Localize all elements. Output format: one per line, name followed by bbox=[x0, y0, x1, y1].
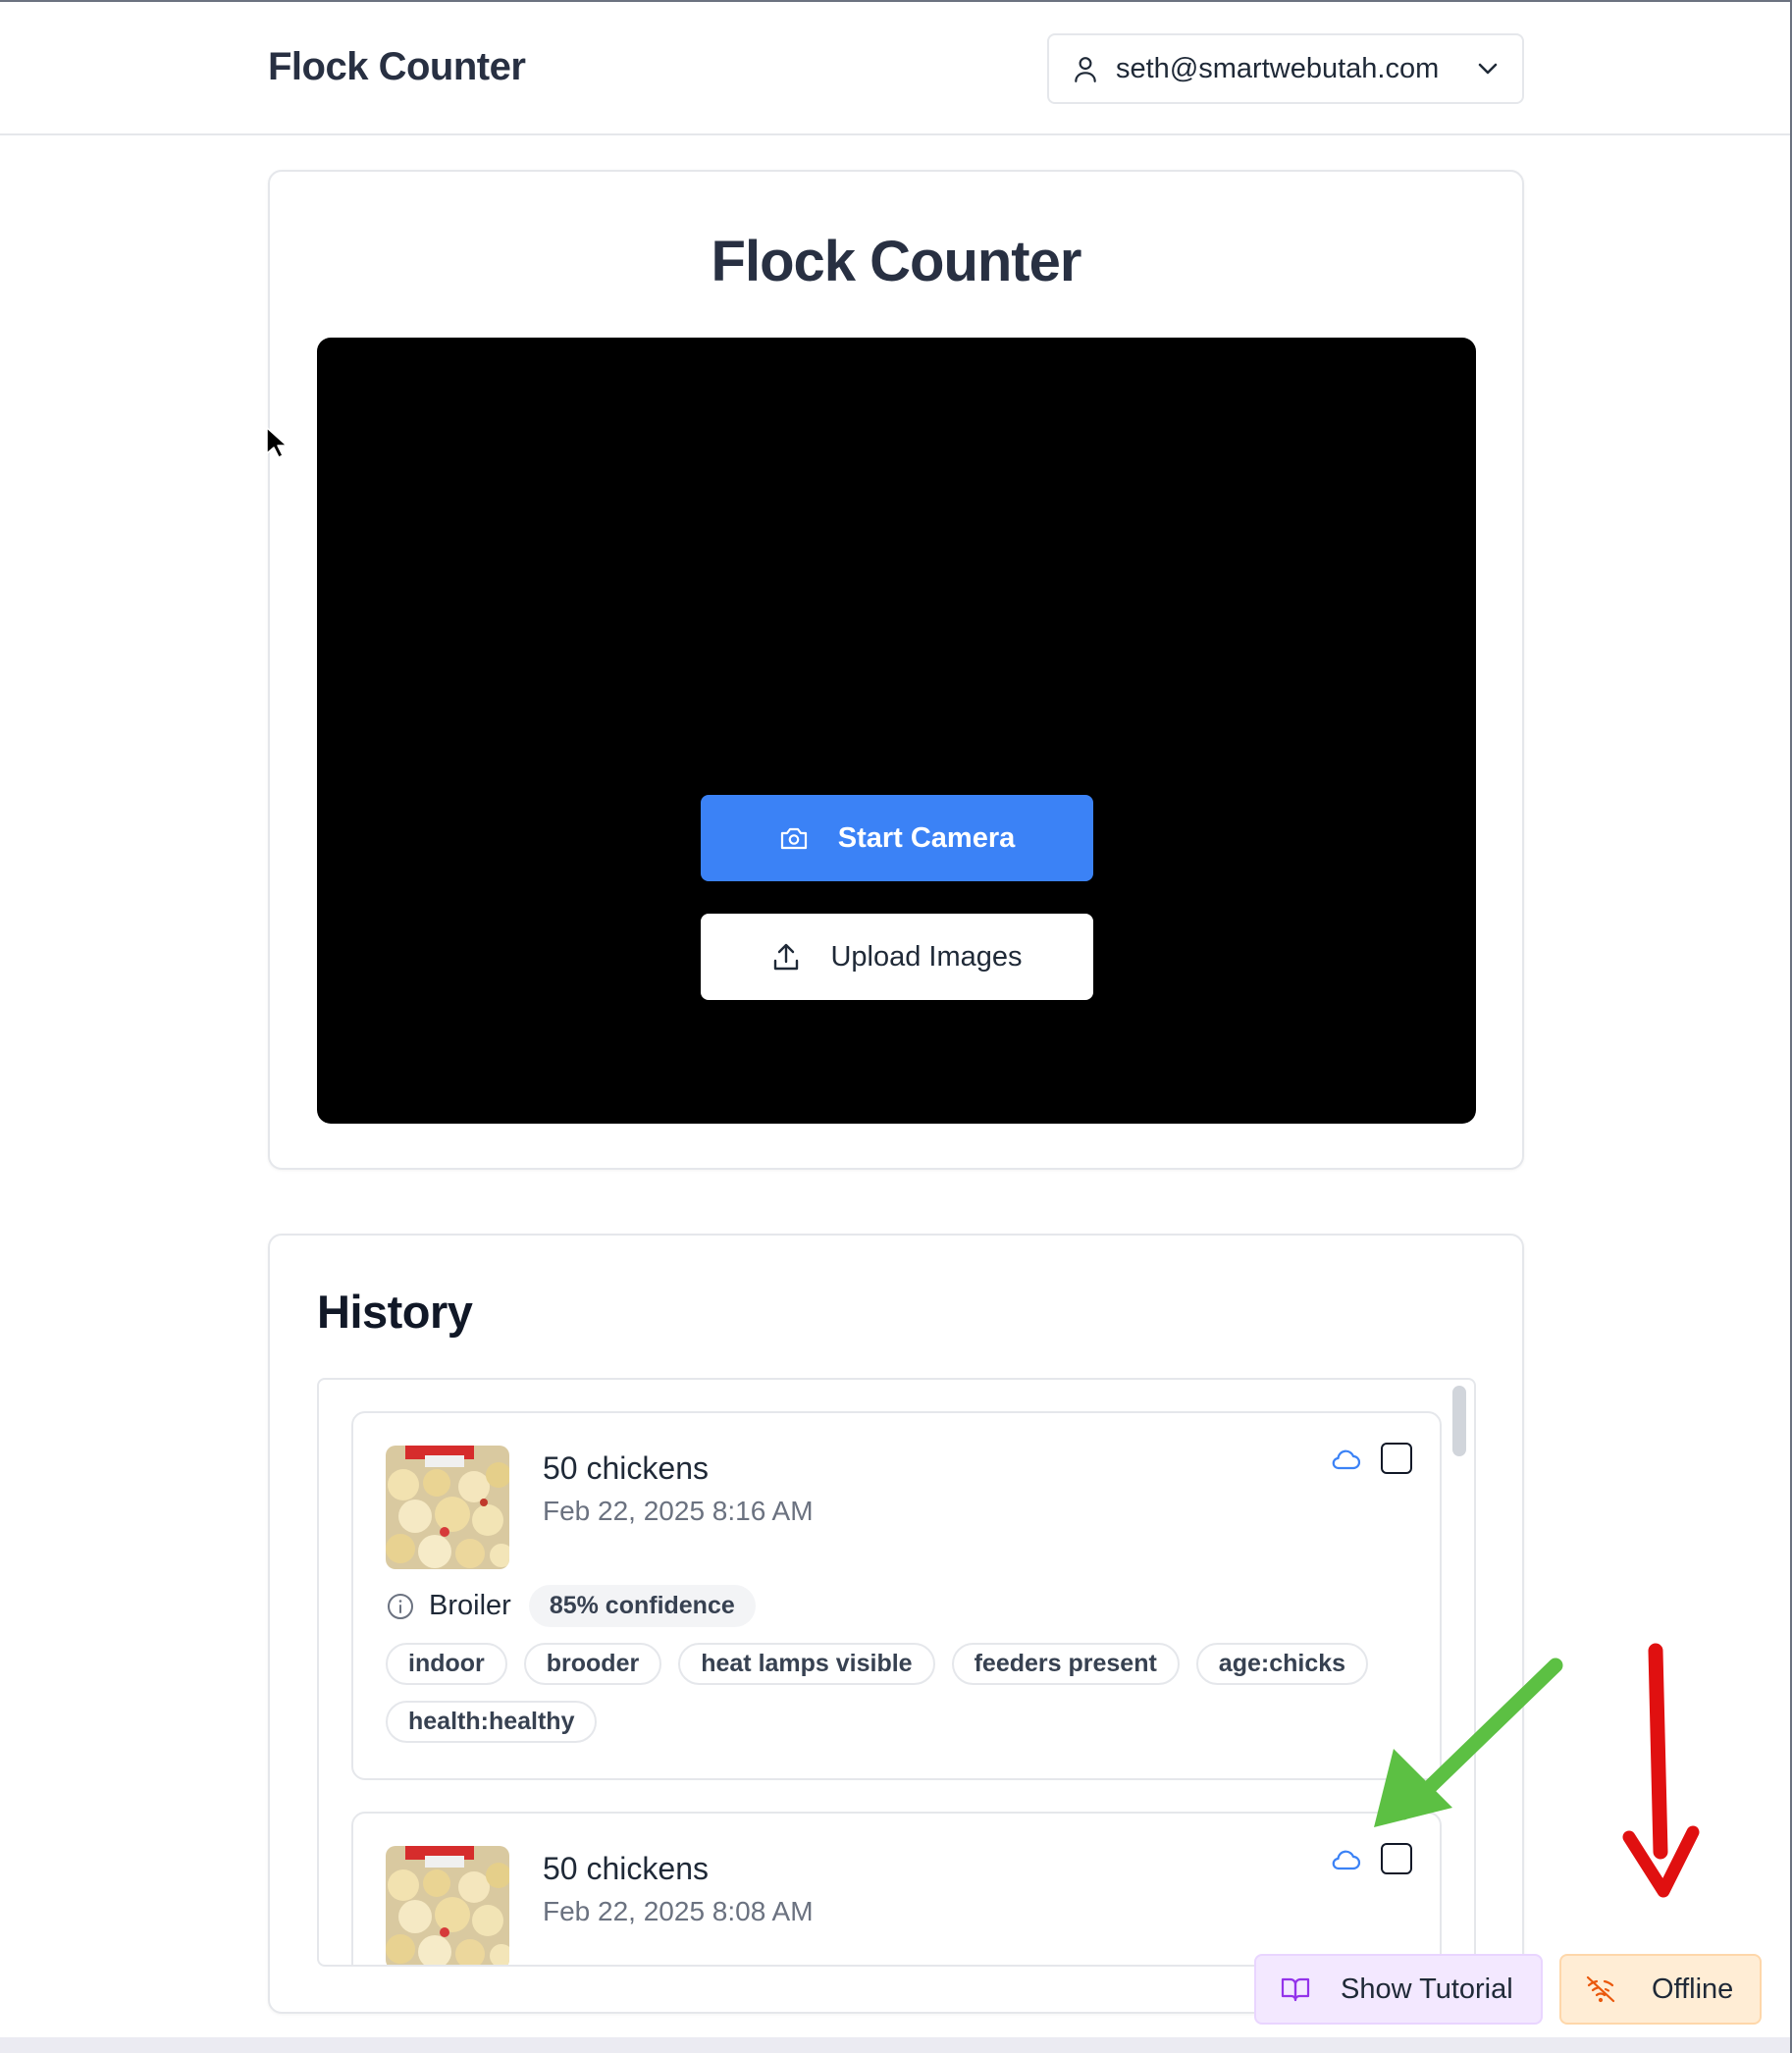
start-camera-button[interactable]: Start Camera bbox=[701, 795, 1093, 881]
camera-card: Flock Counter Start Camera Upload Images bbox=[268, 170, 1524, 1170]
tag: brooder bbox=[523, 1643, 662, 1685]
show-tutorial-button[interactable]: Show Tutorial bbox=[1254, 1954, 1543, 2025]
history-card: History 50 chickens Feb 22, 2025 8:16 AM… bbox=[268, 1234, 1524, 2014]
wifi-off-icon bbox=[1585, 1974, 1616, 2004]
page: Flock Counter seth@smartwebutah.com Floc… bbox=[0, 0, 1792, 2053]
camera-icon bbox=[779, 825, 809, 851]
tag-list: indoor brooder heat lamps visible feeder… bbox=[386, 1643, 1406, 1743]
info-icon[interactable] bbox=[386, 1592, 415, 1621]
chevron-down-icon bbox=[1477, 62, 1499, 76]
history-scrollbar[interactable] bbox=[1452, 1386, 1466, 1456]
entry-date: Feb 22, 2025 8:16 AM bbox=[543, 1496, 814, 1526]
offline-label: Offline bbox=[1652, 1973, 1734, 2005]
user-email: seth@smartwebutah.com bbox=[1116, 52, 1440, 84]
chicken-thumbnail[interactable] bbox=[386, 1846, 509, 1965]
user-menu-button[interactable]: seth@smartwebutah.com bbox=[1047, 33, 1524, 104]
upload-icon bbox=[771, 942, 801, 972]
mouse-cursor-icon bbox=[265, 426, 289, 464]
upload-images-label: Upload Images bbox=[830, 940, 1023, 973]
red-annotation-arrow-icon bbox=[1619, 1641, 1708, 1906]
breed-row: Broiler 85% confidence bbox=[386, 1585, 756, 1627]
tag: indoor bbox=[386, 1643, 507, 1685]
breed-label: Broiler bbox=[429, 1590, 511, 1621]
history-title: History bbox=[317, 1286, 473, 1338]
show-tutorial-label: Show Tutorial bbox=[1341, 1973, 1513, 2005]
bottom-edge-bar bbox=[0, 2037, 1790, 2053]
confidence-badge: 85% confidence bbox=[528, 1585, 756, 1627]
app-title: Flock Counter bbox=[268, 45, 526, 88]
tag: age:chicks bbox=[1195, 1643, 1369, 1685]
book-open-icon bbox=[1280, 1975, 1311, 2003]
select-checkbox[interactable] bbox=[1381, 1443, 1412, 1474]
entry-count: 50 chickens bbox=[543, 1851, 709, 1886]
chicken-thumbnail[interactable] bbox=[386, 1446, 509, 1569]
select-checkbox[interactable] bbox=[1381, 1843, 1412, 1874]
tag: heat lamps visible bbox=[678, 1643, 935, 1685]
cloud-sync-icon bbox=[1330, 1847, 1361, 1872]
green-annotation-arrow-icon bbox=[1364, 1651, 1570, 1842]
upload-images-button[interactable]: Upload Images bbox=[701, 914, 1093, 1000]
history-entry[interactable]: 50 chickens Feb 22, 2025 8:08 AM bbox=[351, 1812, 1442, 1965]
camera-card-title: Flock Counter bbox=[711, 230, 1082, 293]
tag: feeders present bbox=[951, 1643, 1180, 1685]
offline-status-button[interactable]: Offline bbox=[1559, 1954, 1762, 2025]
camera-viewport: Start Camera Upload Images bbox=[317, 338, 1476, 1124]
entry-count: 50 chickens bbox=[543, 1450, 709, 1486]
start-camera-label: Start Camera bbox=[837, 821, 1016, 854]
user-icon bbox=[1073, 55, 1098, 82]
tag: health:healthy bbox=[386, 1701, 598, 1743]
history-list[interactable]: 50 chickens Feb 22, 2025 8:16 AM Broiler… bbox=[317, 1378, 1476, 1967]
entry-date: Feb 22, 2025 8:08 AM bbox=[543, 1896, 814, 1926]
history-entry[interactable]: 50 chickens Feb 22, 2025 8:16 AM Broiler… bbox=[351, 1411, 1442, 1780]
cloud-sync-icon bbox=[1330, 1447, 1361, 1472]
top-header: Flock Counter seth@smartwebutah.com bbox=[0, 2, 1790, 135]
